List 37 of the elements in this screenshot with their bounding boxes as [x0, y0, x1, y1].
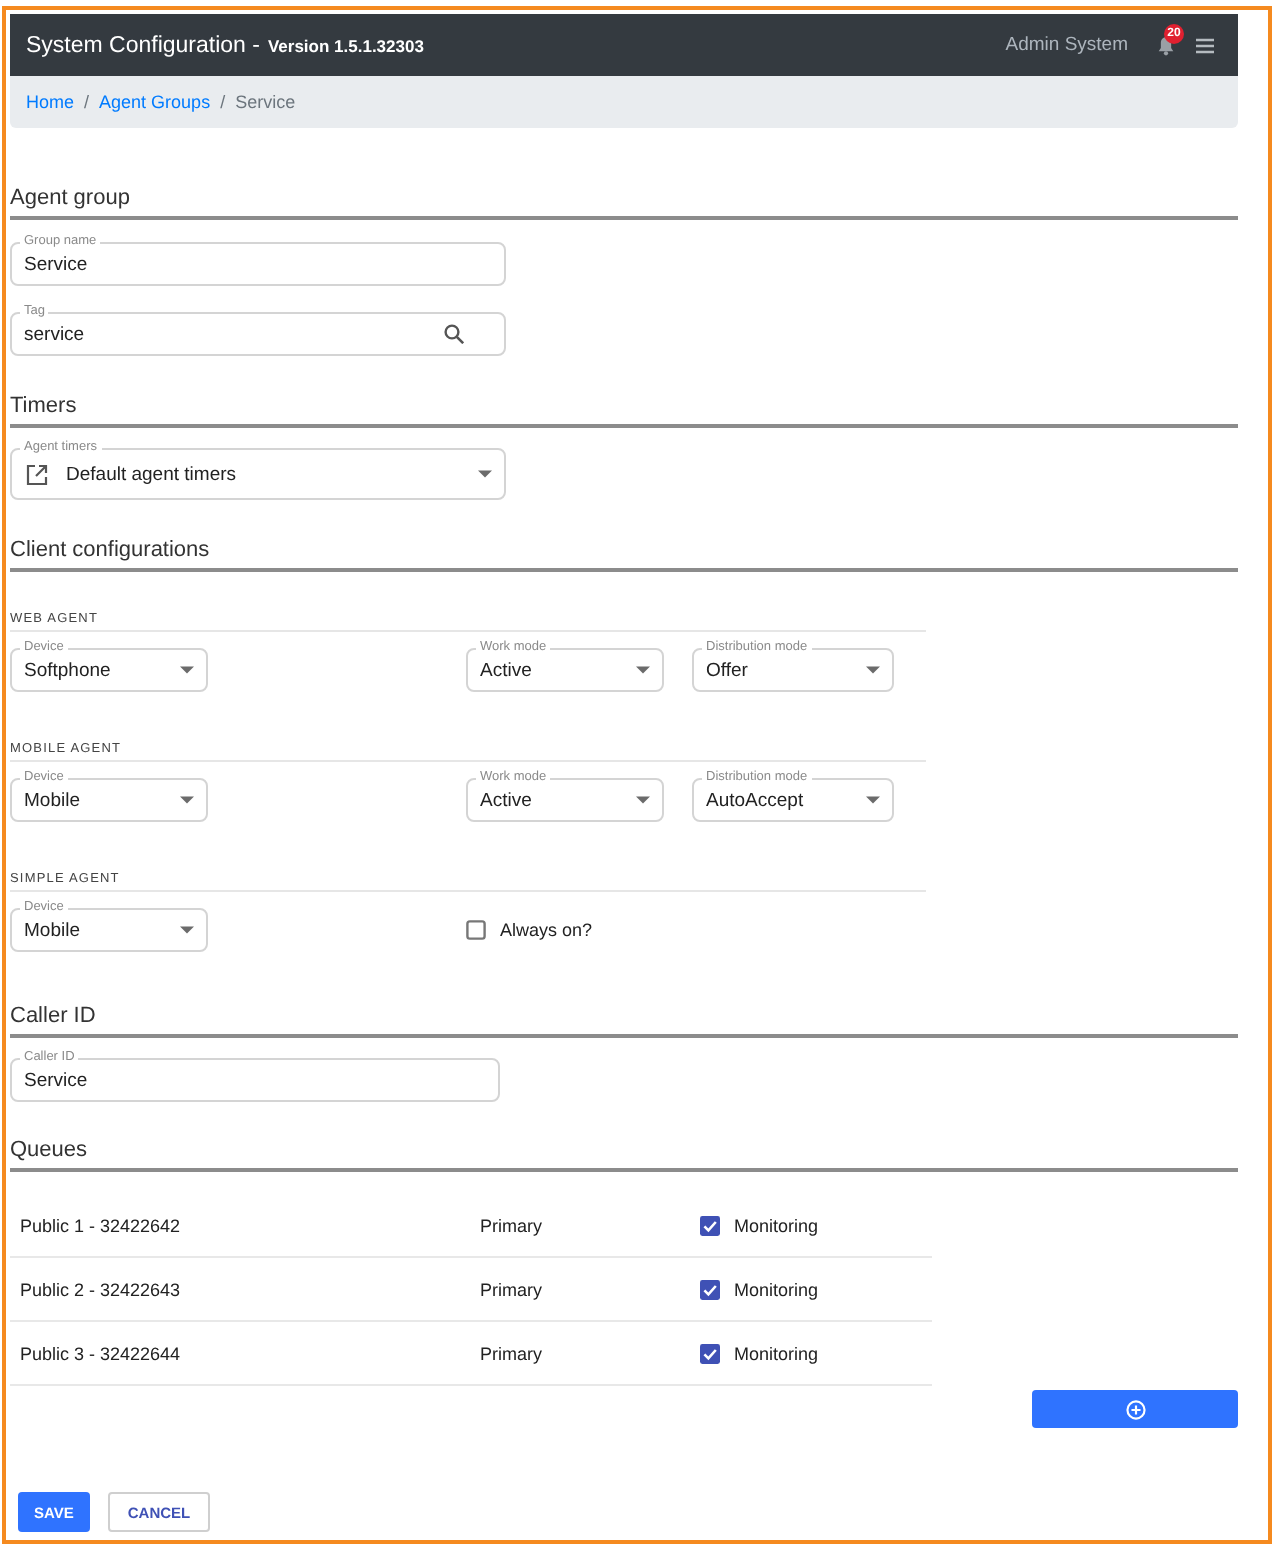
section-heading: Agent group [10, 186, 130, 212]
checkbox-label: Monitoring [734, 1343, 819, 1363]
checkbox-label: Monitoring [734, 1279, 819, 1299]
user-name[interactable]: Admin System [1005, 34, 1128, 56]
plus-circle-icon [1125, 1399, 1145, 1419]
queue-role: Primary [480, 1215, 544, 1235]
section-heading: Timers [10, 394, 77, 420]
checkbox[interactable] [700, 1279, 720, 1299]
checkbox[interactable] [700, 1343, 720, 1363]
queue-role: Primary [480, 1279, 544, 1299]
caret-icon [478, 470, 492, 478]
caret-icon [180, 926, 194, 934]
breadcrumb-separator: / [220, 92, 226, 112]
queue-role: Primary [480, 1343, 544, 1363]
app-title: System Configuration - [26, 33, 260, 57]
caret-icon [866, 796, 880, 804]
checkbox[interactable] [466, 920, 486, 940]
checkbox-label: Always on? [500, 920, 593, 940]
caret-icon [866, 666, 880, 674]
breadcrumb-separator: / [84, 92, 90, 112]
caret-icon [180, 666, 194, 674]
caret-icon [180, 796, 194, 804]
queue-name: Public 3 - 32422644 [20, 1343, 183, 1363]
external-link-icon[interactable] [26, 463, 48, 485]
queue-name: Public 1 - 32422642 [20, 1215, 183, 1235]
caret-icon [636, 796, 650, 804]
version-label: Version 1.5.1.32303 [267, 35, 424, 55]
caret-icon [636, 666, 650, 674]
search-icon[interactable] [444, 324, 464, 344]
breadcrumb-current: Service [235, 92, 296, 112]
section-heading: Queues [10, 1138, 88, 1164]
section-heading: Caller ID [10, 1004, 96, 1030]
queue-name: Public 2 - 32422643 [20, 1279, 183, 1299]
checkbox-label: Monitoring [734, 1215, 819, 1235]
section-heading: Client configurations [10, 538, 210, 564]
checkbox[interactable] [700, 1215, 720, 1235]
menu-icon[interactable] [1196, 37, 1214, 53]
